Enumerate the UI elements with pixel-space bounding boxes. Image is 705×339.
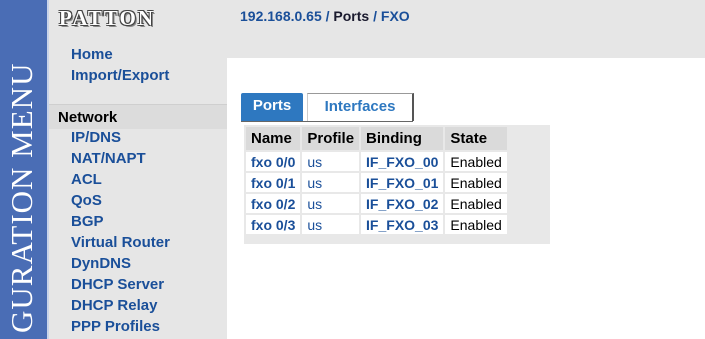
port-state: Enabled [445, 194, 507, 213]
column-header-binding: Binding [361, 127, 444, 150]
sidebar-network-nav: IP/DNS NAT/NAPT ACL QoS BGP Virtual Rout… [71, 127, 170, 337]
sidebar: PATTON Home Import/Export Network IP/DNS… [49, 0, 227, 339]
tab-ports[interactable]: Ports [241, 93, 303, 121]
table-row: fxo 0/0 us IF_FXO_00 Enabled [246, 152, 507, 171]
port-binding-link[interactable]: IF_FXO_01 [366, 175, 438, 191]
port-name-link[interactable]: fxo 0/0 [251, 154, 295, 170]
table-row: fxo 0/3 us IF_FXO_03 Enabled [246, 215, 507, 234]
breadcrumb-current-page: FXO [380, 8, 410, 24]
port-profile: us [302, 194, 360, 213]
configuration-menu-label: GURATION MENU [4, 62, 39, 333]
table-row: fxo 0/2 us IF_FXO_02 Enabled [246, 194, 507, 213]
sidebar-section-label: Network [58, 109, 118, 126]
tab-interfaces[interactable]: Interfaces [307, 93, 414, 121]
breadcrumb: 192.168.0.65 / Ports / FXO [240, 8, 410, 24]
sidebar-item-bgp[interactable]: BGP [71, 211, 170, 232]
patton-logo: PATTON [59, 6, 156, 30]
ports-table: Name Profile Binding State fxo 0/0 us IF… [244, 125, 509, 236]
sidebar-item-qos[interactable]: QoS [71, 190, 170, 211]
sidebar-item-dhcp-server[interactable]: DHCP Server [71, 274, 170, 295]
breadcrumb-separator: / [321, 8, 334, 24]
port-name-link[interactable]: fxo 0/1 [251, 175, 295, 191]
ports-table-panel: Name Profile Binding State fxo 0/0 us IF… [244, 125, 550, 244]
sidebar-item-nat-napt[interactable]: NAT/NAPT [71, 148, 170, 169]
tab-underline [241, 121, 413, 122]
port-state: Enabled [445, 215, 507, 234]
sidebar-section-network[interactable]: Network [49, 104, 227, 129]
port-name-link[interactable]: fxo 0/2 [251, 196, 295, 212]
port-profile: us [302, 215, 360, 234]
breadcrumb-separator: / [369, 8, 381, 24]
port-state: Enabled [445, 173, 507, 192]
sidebar-item-acl[interactable]: ACL [71, 169, 170, 190]
port-state: Enabled [445, 152, 507, 171]
port-binding-link[interactable]: IF_FXO_03 [366, 217, 438, 233]
sidebar-item-dyndns[interactable]: DynDNS [71, 253, 170, 274]
sidebar-item-import-export[interactable]: Import/Export [71, 65, 169, 86]
port-profile: us [302, 152, 360, 171]
port-name-link[interactable]: fxo 0/3 [251, 217, 295, 233]
sidebar-item-home[interactable]: Home [71, 44, 169, 65]
column-header-state: State [445, 127, 507, 150]
breadcrumb-host-link[interactable]: 192.168.0.65 [240, 8, 322, 24]
port-profile: us [302, 173, 360, 192]
sidebar-item-ip-dns[interactable]: IP/DNS [71, 127, 170, 148]
column-header-name: Name [246, 127, 301, 150]
sidebar-item-virtual-router[interactable]: Virtual Router [71, 232, 170, 253]
port-binding-link[interactable]: IF_FXO_00 [366, 154, 438, 170]
port-binding-link[interactable]: IF_FXO_02 [366, 196, 438, 212]
sidebar-item-dhcp-relay[interactable]: DHCP Relay [71, 295, 170, 316]
table-row: fxo 0/1 us IF_FXO_01 Enabled [246, 173, 507, 192]
sidebar-item-ppp-profiles[interactable]: PPP Profiles [71, 316, 170, 337]
configuration-menu-band: GURATION MENU [0, 0, 49, 339]
column-header-profile: Profile [302, 127, 360, 150]
table-header-row: Name Profile Binding State [246, 127, 507, 150]
header-bar: 192.168.0.65 / Ports / FXO [227, 0, 705, 58]
sidebar-top-nav: Home Import/Export [71, 44, 169, 86]
breadcrumb-section: Ports [333, 8, 370, 24]
